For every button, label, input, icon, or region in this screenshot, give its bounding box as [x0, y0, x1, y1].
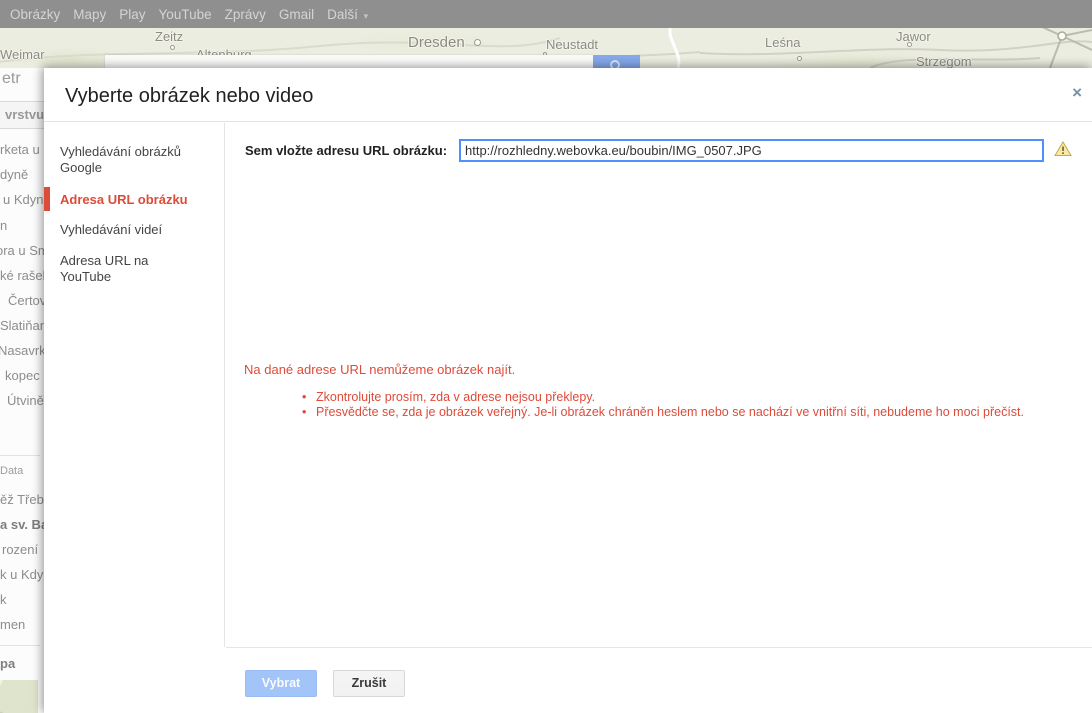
select-button[interactable]: Vybrat: [245, 670, 317, 697]
list-item: Útvině: [7, 393, 44, 408]
layers-panel-sliver: etr vrstvu rketa u dyně u Kdyn n ora u S…: [0, 68, 44, 713]
dialog-header: Vyberte obrázek nebo video ×: [44, 68, 1092, 122]
list-item: men: [0, 617, 25, 632]
town-dot: [170, 45, 175, 50]
list-item: rketa u: [0, 142, 40, 157]
list-item: k: [0, 592, 7, 607]
list-item: ora u Sm: [0, 243, 44, 258]
town-dot: [907, 42, 912, 47]
map-search-box[interactable]: [105, 55, 593, 68]
divider: [0, 455, 40, 456]
error-hint: Přesvědčte se, zda je obrázek veřejný. J…: [302, 405, 1024, 420]
dialog-content: Sem vložte adresu URL obrázku: Na dané a…: [226, 123, 1092, 647]
town-dot: [474, 39, 481, 46]
chevron-down-icon: ▾: [364, 11, 369, 21]
topbar-link-gmail[interactable]: Gmail: [277, 7, 316, 22]
divider: [0, 645, 40, 646]
topbar-link-more[interactable]: Další ▾: [325, 7, 370, 22]
topbar-link-play[interactable]: Play: [117, 7, 147, 22]
add-layer-label-fragment: vrstvu: [5, 107, 44, 122]
list-item: rození: [2, 542, 38, 557]
list-item: n: [0, 218, 7, 233]
topbar-link-images[interactable]: Obrázky: [8, 7, 62, 22]
map-town-label: Dresden: [408, 34, 465, 51]
base-map-label-fragment: pa: [0, 656, 15, 671]
list-item: kopec u: [5, 368, 44, 383]
list-item: u Kdyn: [3, 192, 43, 207]
map-town-label: Jawor: [896, 29, 931, 44]
error-hint: Zkontrolujte prosím, zda v adrese nejsou…: [302, 390, 1024, 405]
topbar-link-news[interactable]: Zprávy: [223, 7, 268, 22]
map-background: Weimar Zeitz Altenburg Dresden Neustadt …: [0, 28, 1092, 68]
nav-item-image-url[interactable]: Adresa URL obrázku: [60, 192, 212, 208]
map-search-button[interactable]: [593, 55, 640, 68]
error-hint-list: Zkontrolujte prosím, zda v adrese nejsou…: [302, 390, 1024, 419]
map-town-label: Weimar: [0, 47, 45, 62]
list-item: Nasavrk: [0, 343, 44, 358]
dialog-footer: Vybrat Zrušit: [226, 647, 1092, 713]
topbar-link-maps[interactable]: Mapy: [71, 7, 108, 22]
map-town-label: Strzegom: [916, 54, 972, 69]
nav-item-youtube-url[interactable]: Adresa URL na YouTube: [60, 253, 180, 285]
town-dot: [797, 56, 802, 61]
google-topbar: Obrázky Mapy Play YouTube Zprávy Gmail D…: [0, 0, 1092, 28]
error-message: Na dané adrese URL nemůžeme obrázek nají…: [244, 362, 515, 377]
list-item: k u Kdyn: [0, 567, 44, 582]
dialog-nav: Vyhledávání obrázků Google Adresa URL ob…: [44, 123, 225, 647]
map-town-label: Neustadt: [546, 37, 598, 52]
magnifier-icon: [610, 60, 620, 68]
screen: Obrázky Mapy Play YouTube Zprávy Gmail D…: [0, 0, 1092, 713]
dialog-title: Vyberte obrázek nebo video: [65, 85, 313, 108]
list-item: ěž Třeb: [0, 492, 44, 507]
image-url-input[interactable]: [459, 139, 1044, 162]
select-image-dialog: Vyberte obrázek nebo video × Vyhledávání…: [44, 68, 1092, 713]
url-field-label: Sem vložte adresu URL obrázku:: [245, 143, 447, 158]
add-layer-button[interactable]: vrstvu: [0, 101, 44, 129]
list-item: a sv. Bar: [0, 517, 44, 532]
topbar-link-youtube[interactable]: YouTube: [157, 7, 214, 22]
nav-item-google-image-search[interactable]: Vyhledávání obrázků Google: [60, 144, 212, 176]
topbar-more-label: Další: [327, 7, 358, 22]
cancel-button[interactable]: Zrušit: [333, 670, 405, 697]
list-item: ké rašel: [0, 268, 44, 283]
nav-item-video-search[interactable]: Vyhledávání videí: [60, 222, 212, 238]
list-item: Čertov: [8, 293, 44, 308]
close-icon[interactable]: ×: [1072, 84, 1082, 101]
list-item: Slatiňan: [0, 318, 44, 333]
panel-title-fragment: etr: [2, 70, 21, 88]
map-town-label: Zeitz: [155, 29, 183, 44]
map-town-label: Leśna: [765, 35, 800, 50]
list-item: dyně: [0, 167, 28, 182]
list-item: Data: [0, 465, 23, 477]
base-map-thumbnail: [0, 680, 38, 713]
warning-icon: [1054, 141, 1072, 162]
